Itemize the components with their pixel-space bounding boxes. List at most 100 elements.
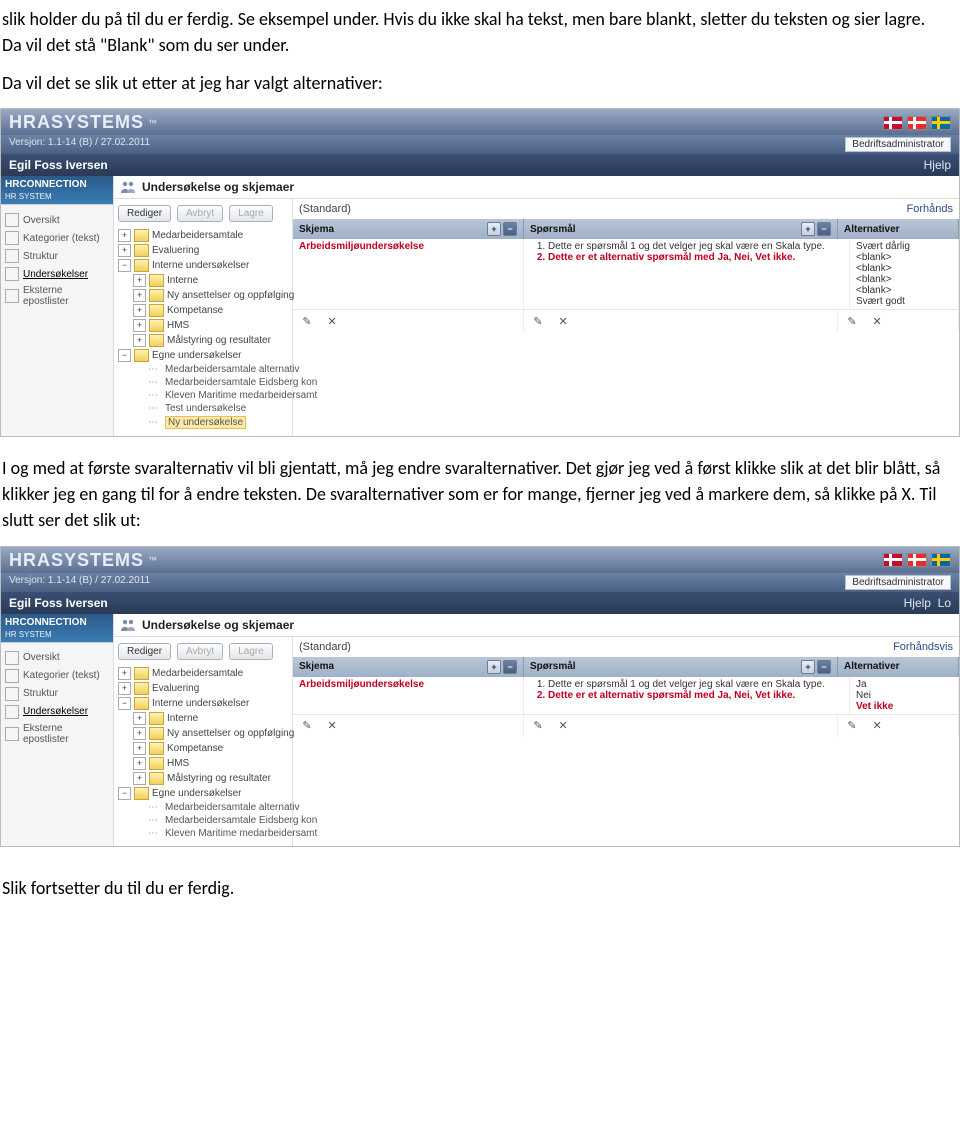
- remove-button[interactable]: −: [503, 660, 517, 674]
- tree-node-egne[interactable]: −Egne undersøkelser: [118, 786, 292, 801]
- flag-dk-icon[interactable]: [883, 116, 903, 130]
- collapse-icon[interactable]: −: [118, 697, 131, 710]
- expand-icon[interactable]: +: [133, 319, 146, 332]
- expand-icon[interactable]: +: [133, 727, 146, 740]
- sporsmal-cell[interactable]: Dette er spørsmål 1 og det velger jeg sk…: [524, 677, 850, 714]
- expand-icon[interactable]: +: [133, 289, 146, 302]
- question-1[interactable]: Dette er spørsmål 1 og det velger jeg sk…: [548, 679, 843, 690]
- delete-icon[interactable]: ✕: [324, 314, 340, 328]
- alt-row-selected[interactable]: Vet ikke: [856, 701, 952, 712]
- expand-icon[interactable]: +: [118, 244, 131, 257]
- expand-icon[interactable]: +: [118, 667, 131, 680]
- sidebar-item-kategorier[interactable]: Kategorier (tekst): [5, 229, 109, 247]
- collapse-icon[interactable]: −: [118, 259, 131, 272]
- edit-icon[interactable]: ✎: [530, 719, 546, 733]
- expand-icon[interactable]: +: [133, 274, 146, 287]
- sidebar-item-struktur[interactable]: Struktur: [5, 685, 109, 703]
- help-link[interactable]: Hjelp: [924, 158, 951, 172]
- tree-leaf[interactable]: ⋯Test undersøkelse: [118, 402, 292, 415]
- help-link[interactable]: Hjelp Lo: [904, 596, 951, 610]
- sidebar-item-epostlister[interactable]: Eksterne epostlister: [5, 283, 109, 309]
- tree-leaf[interactable]: ⋯Kleven Maritime medarbeidersamt: [118, 389, 292, 402]
- add-button[interactable]: +: [801, 222, 815, 236]
- flag-no-icon[interactable]: [907, 553, 927, 567]
- sidebar-item-undersokelser[interactable]: Undersøkelser: [5, 703, 109, 721]
- lagre-button[interactable]: Lagre: [229, 643, 273, 660]
- tree-leaf-selected[interactable]: ⋯Ny undersøkelse: [118, 415, 292, 430]
- edit-icon[interactable]: ✎: [844, 314, 860, 328]
- preview-link[interactable]: Forhånds: [907, 203, 953, 215]
- expand-icon[interactable]: +: [133, 742, 146, 755]
- question-1[interactable]: Dette er spørsmål 1 og det velger jeg sk…: [548, 241, 843, 252]
- hrconnection-banner[interactable]: HRCONNECTION HR SYSTEM: [1, 614, 113, 643]
- question-2-selected[interactable]: Dette er et alternativ spørsmål med Ja, …: [548, 252, 843, 263]
- expand-icon[interactable]: +: [133, 712, 146, 725]
- expand-icon[interactable]: +: [133, 757, 146, 770]
- alt-row[interactable]: Svært godt: [856, 296, 952, 307]
- tree-node-malstyring[interactable]: +Målstyring og resultater: [118, 333, 292, 348]
- add-button[interactable]: +: [487, 222, 501, 236]
- expand-icon[interactable]: +: [118, 229, 131, 242]
- tree-node-evaluering[interactable]: +Evaluering: [118, 243, 292, 258]
- tree-node-kompetanse[interactable]: +Kompetanse: [118, 303, 292, 318]
- admin-role[interactable]: Bedriftsadministrator: [845, 137, 951, 152]
- tree-leaf[interactable]: ⋯Kleven Maritime medarbeidersamt: [118, 827, 292, 840]
- alt-row[interactable]: <blank>: [856, 263, 952, 274]
- tree-node-interne[interactable]: −Interne undersøkelser: [118, 258, 292, 273]
- lagre-button[interactable]: Lagre: [229, 205, 273, 222]
- edit-icon[interactable]: ✎: [844, 719, 860, 733]
- alt-row[interactable]: <blank>: [856, 252, 952, 263]
- tree-node-interne-sub[interactable]: +Interne: [118, 711, 292, 726]
- sidebar-item-oversikt[interactable]: Oversikt: [5, 649, 109, 667]
- edit-icon[interactable]: ✎: [530, 314, 546, 328]
- sidebar-item-struktur[interactable]: Struktur: [5, 247, 109, 265]
- delete-icon[interactable]: ✕: [869, 719, 885, 733]
- alt-row[interactable]: <blank>: [856, 274, 952, 285]
- tree-leaf[interactable]: ⋯Medarbeidersamtale alternativ: [118, 363, 292, 376]
- rediger-button[interactable]: Rediger: [118, 205, 171, 222]
- skjema-cell[interactable]: Arbeidsmiljøundersøkelse: [293, 677, 524, 714]
- remove-button[interactable]: −: [817, 222, 831, 236]
- tree-node-nyansettelser[interactable]: +Ny ansettelser og oppfølging: [118, 288, 292, 303]
- hrconnection-banner[interactable]: HRCONNECTION HR SYSTEM: [1, 176, 113, 205]
- expand-icon[interactable]: +: [133, 304, 146, 317]
- tree-node-egne[interactable]: −Egne undersøkelser: [118, 348, 292, 363]
- tree-node-interne[interactable]: −Interne undersøkelser: [118, 696, 292, 711]
- tree-node-malstyring[interactable]: +Målstyring og resultater: [118, 771, 292, 786]
- add-button[interactable]: +: [487, 660, 501, 674]
- flag-dk-icon[interactable]: [883, 553, 903, 567]
- edit-icon[interactable]: ✎: [299, 314, 315, 328]
- logout-partial[interactable]: Lo: [938, 596, 951, 610]
- question-2-selected[interactable]: Dette er et alternativ spørsmål med Ja, …: [548, 690, 843, 701]
- tree-node-nyansettelser[interactable]: +Ny ansettelser og oppfølging: [118, 726, 292, 741]
- remove-button[interactable]: −: [503, 222, 517, 236]
- collapse-icon[interactable]: −: [118, 787, 131, 800]
- avbryt-button[interactable]: Avbryt: [177, 643, 223, 660]
- edit-icon[interactable]: ✎: [299, 719, 315, 733]
- preview-link[interactable]: Forhåndsvis: [893, 641, 953, 653]
- alt-row[interactable]: Nei: [856, 690, 952, 701]
- tree-leaf[interactable]: ⋯Medarbeidersamtale Eidsberg kon: [118, 376, 292, 389]
- expand-icon[interactable]: +: [118, 682, 131, 695]
- tree-node-kompetanse[interactable]: +Kompetanse: [118, 741, 292, 756]
- delete-icon[interactable]: ✕: [555, 314, 571, 328]
- skjema-cell[interactable]: Arbeidsmiljøundersøkelse: [293, 239, 524, 309]
- tree-node-hms[interactable]: +HMS: [118, 756, 292, 771]
- tree-node-medarbeidersamtale[interactable]: +Medarbeidersamtale: [118, 228, 292, 243]
- admin-role[interactable]: Bedriftsadministrator: [845, 575, 951, 590]
- alt-row[interactable]: Ja: [856, 679, 952, 690]
- collapse-icon[interactable]: −: [118, 349, 131, 362]
- flag-no-icon[interactable]: [907, 116, 927, 130]
- avbryt-button[interactable]: Avbryt: [177, 205, 223, 222]
- delete-icon[interactable]: ✕: [324, 719, 340, 733]
- alt-row[interactable]: <blank>: [856, 285, 952, 296]
- rediger-button[interactable]: Rediger: [118, 643, 171, 660]
- tree-leaf[interactable]: ⋯Medarbeidersamtale Eidsberg kon: [118, 814, 292, 827]
- tree-node-hms[interactable]: +HMS: [118, 318, 292, 333]
- delete-icon[interactable]: ✕: [555, 719, 571, 733]
- tree-node-interne-sub[interactable]: +Interne: [118, 273, 292, 288]
- remove-button[interactable]: −: [817, 660, 831, 674]
- expand-icon[interactable]: +: [133, 772, 146, 785]
- sidebar-item-undersokelser[interactable]: Undersøkelser: [5, 265, 109, 283]
- sporsmal-cell[interactable]: Dette er spørsmål 1 og det velger jeg sk…: [524, 239, 850, 309]
